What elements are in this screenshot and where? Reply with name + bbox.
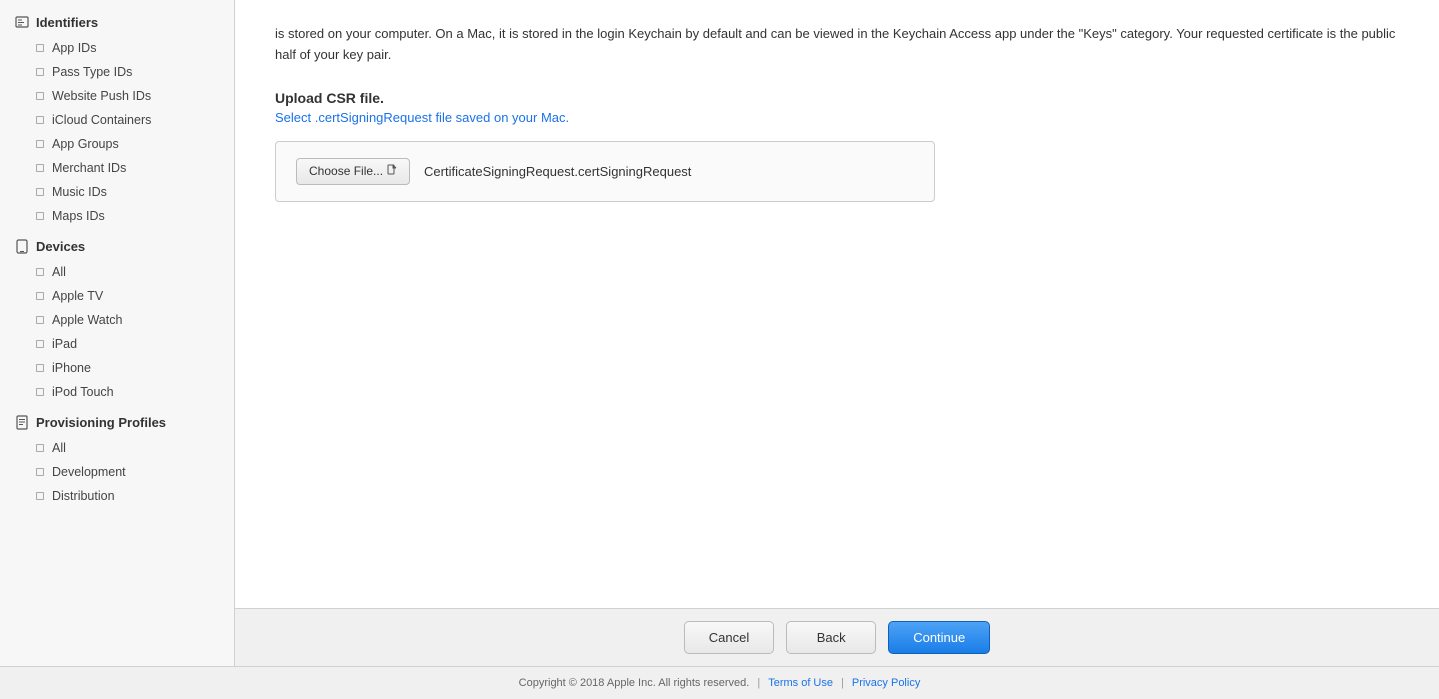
sidebar-item-distribution[interactable]: Distribution <box>0 484 234 508</box>
app-groups-label: App Groups <box>52 137 119 151</box>
all-devices-label: All <box>52 265 66 279</box>
sidebar-item-app-ids[interactable]: App IDs <box>0 36 234 60</box>
profiles-label: Provisioning Profiles <box>36 415 166 430</box>
bullet-icon <box>36 316 44 324</box>
sidebar-item-maps-ids[interactable]: Maps IDs <box>0 204 234 228</box>
bullet-icon <box>36 468 44 476</box>
sidebar-item-website-push-ids[interactable]: Website Push IDs <box>0 84 234 108</box>
upload-subtitle-prefix: Select <box>275 110 315 125</box>
privacy-link[interactable]: Privacy Policy <box>852 677 920 689</box>
sidebar-item-apple-tv[interactable]: Apple TV <box>0 284 234 308</box>
upload-subtitle-suffix: file saved on your Mac. <box>432 110 569 125</box>
bullet-icon <box>36 444 44 452</box>
sidebar-section-header-profiles: Provisioning Profiles <box>0 408 234 436</box>
upload-subtitle: Select .certSigningRequest file saved on… <box>275 110 1399 125</box>
bullet-icon <box>36 116 44 124</box>
page-footer: Copyright © 2018 Apple Inc. All rights r… <box>0 666 1439 699</box>
sidebar-item-pass-type-ids[interactable]: Pass Type IDs <box>0 60 234 84</box>
bullet-icon <box>36 388 44 396</box>
copyright-text: Copyright © 2018 Apple Inc. All rights r… <box>519 677 750 689</box>
bullet-icon <box>36 268 44 276</box>
upload-section: Upload CSR file. Select .certSigningRequ… <box>275 90 1399 202</box>
choose-file-button[interactable]: Choose File... <box>296 158 410 185</box>
terms-link[interactable]: Terms of Use <box>768 677 833 689</box>
separator2: | <box>841 677 844 689</box>
icloud-containers-label: iCloud Containers <box>52 113 151 127</box>
iphone-label: iPhone <box>52 361 91 375</box>
maps-ids-label: Maps IDs <box>52 209 105 223</box>
back-button[interactable]: Back <box>786 621 876 654</box>
sidebar-section-profiles: Provisioning Profiles All Development Di… <box>0 408 234 508</box>
sidebar-item-development[interactable]: Development <box>0 460 234 484</box>
distribution-label: Distribution <box>52 489 115 503</box>
app-ids-label: App IDs <box>52 41 96 55</box>
cancel-button[interactable]: Cancel <box>684 621 774 654</box>
ipod-touch-label: iPod Touch <box>52 385 114 399</box>
apple-watch-label: Apple Watch <box>52 313 122 327</box>
sidebar-section-identifiers: Identifiers App IDs Pass Type IDs Websit… <box>0 8 234 228</box>
sidebar-item-all-profiles[interactable]: All <box>0 436 234 460</box>
file-name: CertificateSigningRequest.certSigningReq… <box>424 164 691 179</box>
choose-file-label: Choose File... <box>309 164 383 178</box>
sidebar-item-merchant-ids[interactable]: Merchant IDs <box>0 156 234 180</box>
upload-title: Upload CSR file. <box>275 90 1399 106</box>
bullet-icon <box>36 44 44 52</box>
upload-subtitle-link: .certSigningRequest <box>315 110 432 125</box>
website-push-ids-label: Website Push IDs <box>52 89 151 103</box>
bullet-icon <box>36 492 44 500</box>
bullet-icon <box>36 68 44 76</box>
intro-text: is stored on your computer. On a Mac, it… <box>275 24 1399 66</box>
content-area: is stored on your computer. On a Mac, it… <box>235 0 1439 666</box>
music-ids-label: Music IDs <box>52 185 107 199</box>
sidebar-section-header-devices: Devices <box>0 232 234 260</box>
bullet-icon <box>36 364 44 372</box>
sidebar-item-app-groups[interactable]: App Groups <box>0 132 234 156</box>
sidebar-item-icloud-containers[interactable]: iCloud Containers <box>0 108 234 132</box>
profile-icon <box>14 414 30 430</box>
id-icon <box>14 14 30 30</box>
device-icon <box>14 238 30 254</box>
continue-button[interactable]: Continue <box>888 621 990 654</box>
bullet-icon <box>36 212 44 220</box>
sidebar-item-music-ids[interactable]: Music IDs <box>0 180 234 204</box>
main-layout: Identifiers App IDs Pass Type IDs Websit… <box>0 0 1439 666</box>
identifiers-label: Identifiers <box>36 15 98 30</box>
sidebar-item-iphone[interactable]: iPhone <box>0 356 234 380</box>
all-profiles-label: All <box>52 441 66 455</box>
bullet-icon <box>36 292 44 300</box>
apple-tv-label: Apple TV <box>52 289 103 303</box>
bullet-icon <box>36 188 44 196</box>
sidebar-item-all-devices[interactable]: All <box>0 260 234 284</box>
merchant-ids-label: Merchant IDs <box>52 161 126 175</box>
content-body: is stored on your computer. On a Mac, it… <box>235 0 1439 608</box>
pass-type-ids-label: Pass Type IDs <box>52 65 132 79</box>
sidebar-item-apple-watch[interactable]: Apple Watch <box>0 308 234 332</box>
devices-label: Devices <box>36 239 85 254</box>
separator: | <box>757 677 760 689</box>
sidebar: Identifiers App IDs Pass Type IDs Websit… <box>0 0 235 666</box>
bullet-icon <box>36 340 44 348</box>
sidebar-section-devices: Devices All Apple TV Apple Watch iPad iP… <box>0 232 234 404</box>
footer-bar: Cancel Back Continue <box>235 608 1439 666</box>
sidebar-item-ipod-touch[interactable]: iPod Touch <box>0 380 234 404</box>
bullet-icon <box>36 140 44 148</box>
development-label: Development <box>52 465 126 479</box>
file-upload-box: Choose File... CertificateSigningRequest… <box>275 141 935 202</box>
bullet-icon <box>36 164 44 172</box>
sidebar-item-ipad[interactable]: iPad <box>0 332 234 356</box>
ipad-label: iPad <box>52 337 77 351</box>
file-icon <box>387 164 397 179</box>
bullet-icon <box>36 92 44 100</box>
sidebar-section-header-identifiers: Identifiers <box>0 8 234 36</box>
